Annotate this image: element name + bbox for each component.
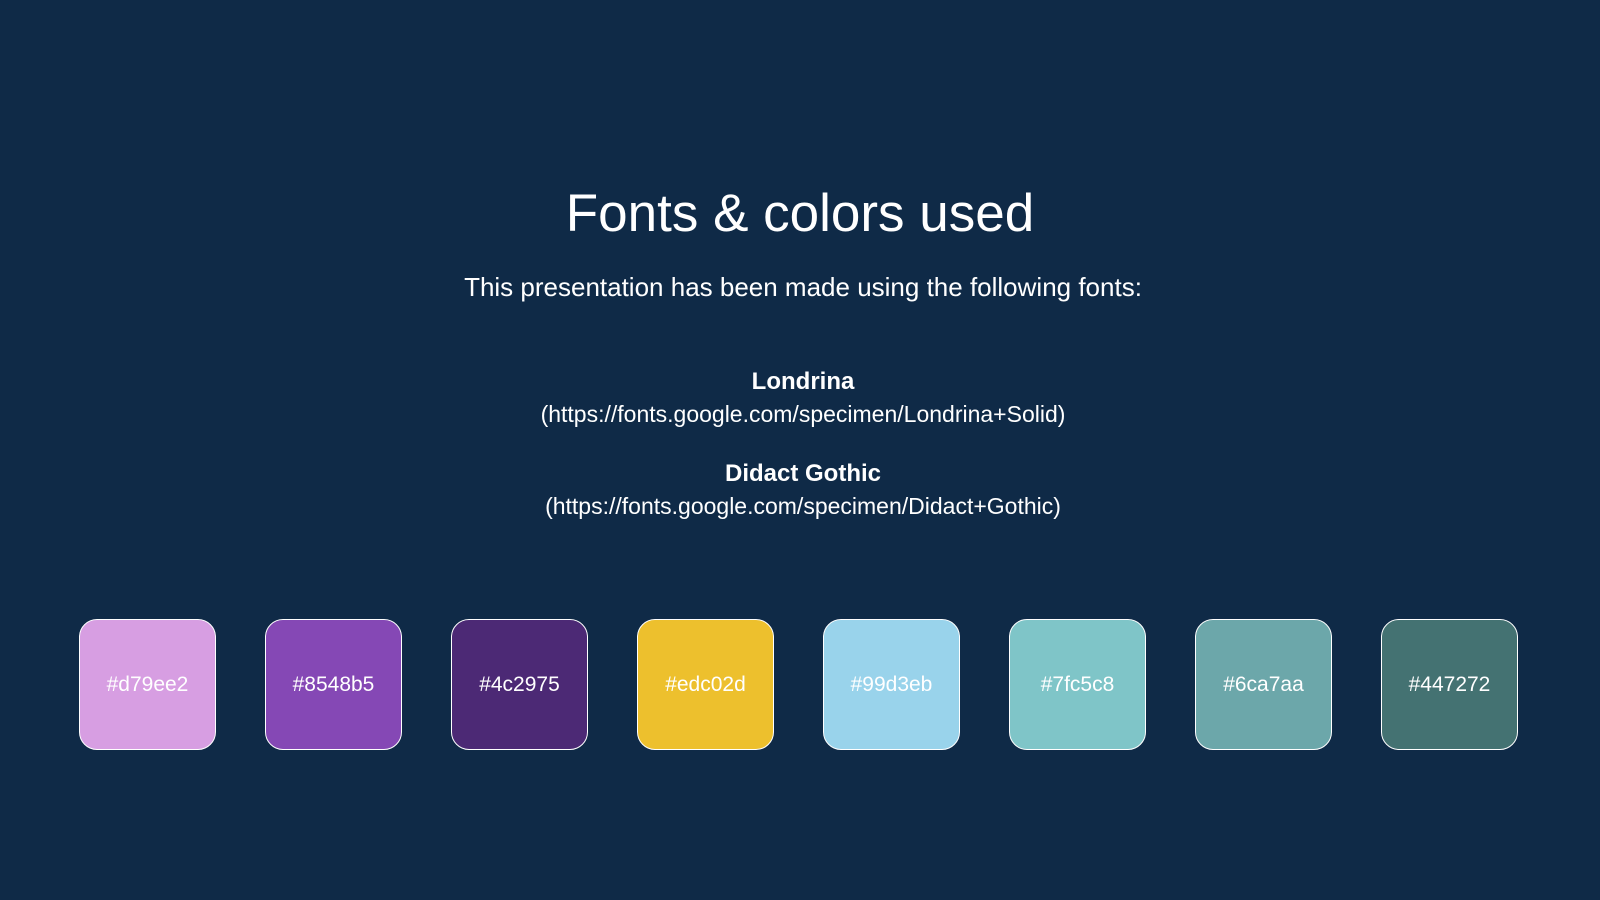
color-swatch: #8548b5: [265, 619, 402, 750]
color-swatch-label: #447272: [1408, 672, 1491, 696]
font-entry-londrina: Londrina (https://fonts.google.com/speci…: [0, 367, 1600, 431]
slide: Fonts & colors used This presentation ha…: [0, 0, 1600, 900]
font-name: Londrina: [751, 368, 855, 395]
color-swatch: #99d3eb: [823, 619, 960, 750]
color-swatch: #447272: [1381, 619, 1518, 750]
color-swatch: #edc02d: [637, 619, 774, 750]
color-swatches: #d79ee2 #8548b5 #4c2975 #edc02d #99d3eb …: [79, 619, 1521, 753]
color-swatch-label: #d79ee2: [106, 672, 189, 696]
font-name: Didact Gothic: [724, 460, 881, 487]
color-swatch: #4c2975: [451, 619, 588, 750]
color-swatch: #6ca7aa: [1195, 619, 1332, 750]
color-swatch-label: #7fc5c8: [1040, 672, 1115, 696]
color-swatch-label: #8548b5: [292, 672, 375, 696]
color-swatch-label: #99d3eb: [850, 672, 933, 696]
font-url-link[interactable]: (https://fonts.google.com/specimen/Londr…: [0, 397, 1600, 431]
color-swatch: #d79ee2: [79, 619, 216, 750]
font-url-link[interactable]: (https://fonts.google.com/specimen/Didac…: [0, 489, 1600, 523]
color-swatch-label: #edc02d: [665, 672, 746, 696]
color-swatch: #7fc5c8: [1009, 619, 1146, 750]
color-swatch-label: #4c2975: [479, 672, 560, 696]
color-swatch-label: #6ca7aa: [1223, 672, 1304, 696]
font-entry-didact-gothic: Didact Gothic (https://fonts.google.com/…: [0, 459, 1600, 523]
slide-title: Fonts & colors used: [565, 184, 1035, 243]
slide-subtitle: This presentation has been made using th…: [464, 272, 1142, 302]
